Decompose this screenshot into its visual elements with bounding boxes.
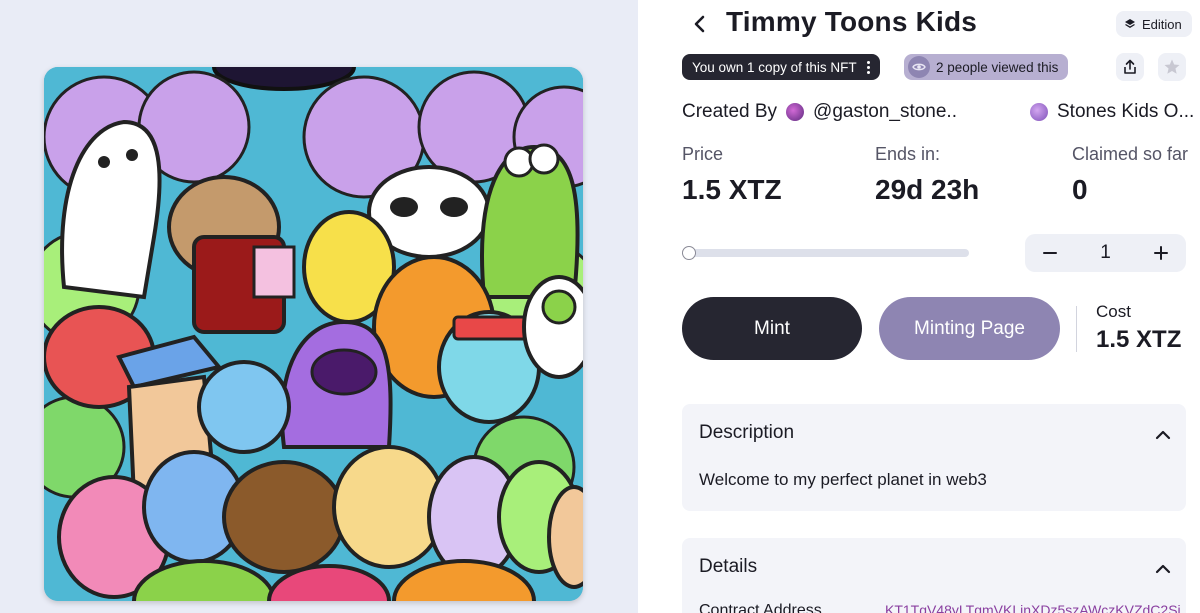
artwork-panel <box>0 0 638 613</box>
quantity-value[interactable]: 1 <box>1100 242 1111 264</box>
nft-title: Timmy Toons Kids <box>726 6 978 37</box>
edition-label: Edition <box>1142 16 1182 32</box>
share-icon <box>1124 59 1136 74</box>
details-title[interactable]: Details <box>699 556 757 578</box>
claim-progress-knob <box>682 246 696 260</box>
claimed-label: Claimed so far <box>1072 144 1189 164</box>
minus-icon <box>1043 252 1057 254</box>
star-icon <box>1164 59 1180 74</box>
nft-detail-panel: Timmy Toons Kids Edition You own 1 copy … <box>638 0 1200 613</box>
decrease-quantity-button[interactable] <box>1037 240 1063 266</box>
details-section: Details Contract Address KT1TgV48yLTgmVK… <box>682 538 1186 613</box>
created-by: Created By @gaston_stone.. <box>682 101 957 123</box>
layers-icon <box>1125 19 1135 28</box>
minting-page-button[interactable]: Minting Page <box>879 297 1060 360</box>
contract-address-label: Contract Address <box>699 602 822 613</box>
mint-button[interactable]: Mint <box>682 297 862 360</box>
cost-divider <box>1076 306 1077 352</box>
nft-artwork[interactable] <box>44 67 583 601</box>
views-pill: 2 people viewed this <box>904 54 1069 80</box>
ownership-pill[interactable]: You own 1 copy of this NFT <box>682 54 880 80</box>
creator-handle[interactable]: @gaston_stone.. <box>813 101 957 123</box>
description-section: Description Welcome to my perfect planet… <box>682 404 1186 511</box>
nft-artwork-illustration <box>44 67 583 601</box>
price-value: 1.5 XTZ <box>682 174 782 205</box>
chevron-left-icon <box>694 15 705 33</box>
created-by-label: Created By <box>682 101 778 122</box>
ownership-text: You own 1 copy of this NFT <box>692 59 857 75</box>
plus-icon <box>1153 246 1168 260</box>
price-label: Price <box>682 144 724 164</box>
collection-name: Stones Kids O... <box>1057 101 1195 122</box>
share-button[interactable] <box>1116 53 1144 81</box>
ends-in-label: Ends in: <box>875 144 941 164</box>
collection-link[interactable]: Stones Kids O... <box>1030 101 1200 123</box>
description-title[interactable]: Description <box>699 422 794 444</box>
cost-label: Cost <box>1096 302 1131 321</box>
creator-avatar[interactable] <box>786 103 805 121</box>
back-button[interactable] <box>686 10 714 38</box>
cost-value: 1.5 XTZ <box>1096 326 1182 353</box>
quantity-stepper: 1 <box>1025 234 1186 272</box>
favorite-button[interactable] <box>1158 53 1186 81</box>
chevron-up-icon[interactable] <box>1154 426 1172 444</box>
ends-in-value: 29d 23h <box>875 174 980 205</box>
edition-badge: Edition <box>1116 11 1192 37</box>
chevron-up-icon[interactable] <box>1154 560 1172 578</box>
claim-progress-bar <box>682 246 969 260</box>
description-text: Welcome to my perfect planet in web3 <box>699 470 987 489</box>
contract-address-link[interactable]: KT1TgV48yLTgmVKLinXDz5szAWczKVZdC2Si <box>885 602 1185 613</box>
views-text: 2 people viewed this <box>936 59 1059 75</box>
collection-avatar <box>1030 103 1048 121</box>
increase-quantity-button[interactable] <box>1148 240 1174 266</box>
claimed-value: 0 <box>1072 174 1088 205</box>
more-vertical-icon[interactable] <box>866 60 870 74</box>
eye-icon <box>908 56 930 78</box>
